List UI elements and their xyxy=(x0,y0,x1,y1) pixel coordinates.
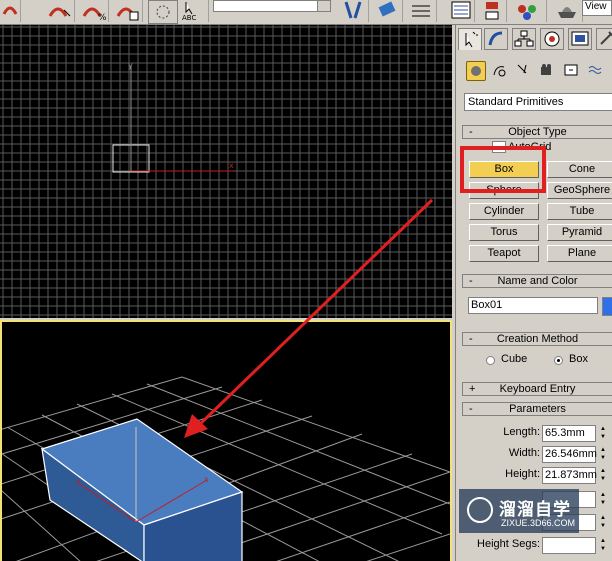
length-input[interactable]: 65.3mm xyxy=(542,425,596,442)
perspective-viewport[interactable]: x y xyxy=(0,320,452,561)
x-axis-label: x xyxy=(204,475,209,484)
watermark-emblem-icon xyxy=(467,497,493,523)
height-spinner[interactable]: ▲ ▼ xyxy=(598,467,608,484)
named-selection-icon[interactable] xyxy=(148,0,178,24)
spinner-snap-icon[interactable] xyxy=(112,0,143,22)
lights-category-icon[interactable] xyxy=(514,61,534,81)
material-editor-icon[interactable] xyxy=(512,0,547,22)
height-segs-label: Height Segs: xyxy=(477,538,540,550)
height-label: Height: xyxy=(505,468,540,480)
svg-text:%: % xyxy=(98,13,107,22)
watermark-title: 溜溜自学 xyxy=(499,500,571,519)
perspective-grid: x y xyxy=(2,376,450,561)
align-icon[interactable] xyxy=(372,0,403,22)
shapes-category-icon[interactable] xyxy=(490,61,510,81)
length-spinner[interactable]: ▲ ▼ xyxy=(598,425,608,442)
named-selection-dropdown[interactable] xyxy=(213,0,331,12)
helpers-category-icon[interactable] xyxy=(562,61,582,81)
box-button-highlight xyxy=(460,146,546,193)
chevron-down-icon[interactable] xyxy=(317,1,330,11)
rollout-sign: - xyxy=(469,403,473,415)
display-tab-icon[interactable] xyxy=(568,28,592,50)
cylinder-button[interactable]: Cylinder xyxy=(469,203,539,220)
width-input[interactable]: 26.546mm xyxy=(542,446,597,463)
box-radio[interactable] xyxy=(554,356,563,365)
percent-snap-icon[interactable]: % xyxy=(78,0,109,22)
teapot-button[interactable]: Teapot xyxy=(469,245,539,262)
angle-snap-icon[interactable] xyxy=(44,0,75,22)
name-and-color-rollout-header[interactable]: - Name and Color xyxy=(462,274,612,288)
curve-editor-icon[interactable] xyxy=(448,0,475,22)
rollout-title: Parameters xyxy=(509,403,566,415)
rollout-sign: - xyxy=(469,126,473,138)
rollout-sign: - xyxy=(469,333,473,345)
pyramid-button[interactable]: Pyramid xyxy=(547,224,612,241)
command-panel: Standard Primitives - Object Type AutoGr… xyxy=(455,25,612,561)
creation-method-rollout-header[interactable]: - Creation Method xyxy=(462,332,612,346)
y-axis-label: y xyxy=(128,61,133,70)
rollout-title: Name and Color xyxy=(497,275,578,287)
modify-tab-icon[interactable] xyxy=(484,28,508,50)
box-radio-label: Box xyxy=(569,353,588,365)
width-spinner[interactable]: ▲ ▼ xyxy=(598,446,608,463)
height-input[interactable]: 21.873mm xyxy=(542,467,597,484)
width-segs-spinner[interactable]: ▲ ▼ xyxy=(598,514,608,531)
tube-button[interactable]: Tube xyxy=(547,203,612,220)
parameters-rollout-header[interactable]: - Parameters xyxy=(462,402,612,416)
command-panel-tabs xyxy=(456,25,612,53)
top-viewport-scene: x y xyxy=(112,61,234,173)
height-segs-input[interactable] xyxy=(542,537,596,554)
box-object-perspective[interactable] xyxy=(40,418,244,561)
object-type-rollout-header[interactable]: - Object Type xyxy=(462,125,612,139)
utilities-tab-icon[interactable] xyxy=(596,28,612,50)
geometry-category-icon[interactable] xyxy=(466,61,486,81)
snap-toggle-icon[interactable] xyxy=(0,0,21,22)
mirror-icon[interactable] xyxy=(338,0,369,22)
watermark-url: ZIXUE.3D66.COM xyxy=(501,518,576,528)
schematic-view-icon[interactable] xyxy=(478,0,507,22)
length-segs-spinner[interactable]: ▲ ▼ xyxy=(598,491,608,508)
plane-button[interactable]: Plane xyxy=(547,245,612,262)
space-warps-category-icon[interactable] xyxy=(586,61,606,81)
svg-text:ABC: ABC xyxy=(182,14,196,22)
rollout-sign: - xyxy=(469,275,473,287)
edit-named-selection-icon[interactable]: ABC xyxy=(180,0,209,22)
main-toolbar: % ABC View xyxy=(0,0,612,25)
x-axis-label: x xyxy=(229,161,234,170)
keyboard-entry-rollout-header[interactable]: + Keyboard Entry xyxy=(462,382,612,396)
create-category-row xyxy=(462,61,612,83)
cone-button[interactable]: Cone xyxy=(547,161,612,178)
create-tab-icon[interactable] xyxy=(458,28,482,50)
torus-button[interactable]: Torus xyxy=(469,224,539,241)
object-color-swatch[interactable] xyxy=(602,297,612,316)
cube-radio-label: Cube xyxy=(501,353,528,365)
motion-tab-icon[interactable] xyxy=(540,28,564,50)
y-axis-label: y xyxy=(76,477,81,486)
hierarchy-tab-icon[interactable] xyxy=(512,28,536,50)
rollout-sign: + xyxy=(469,383,476,395)
primitive-type-dropdown[interactable]: Standard Primitives xyxy=(464,93,612,111)
geosphere-button[interactable]: GeoSphere xyxy=(547,182,612,199)
rollout-title: Creation Method xyxy=(496,333,579,345)
cube-radio[interactable] xyxy=(486,356,495,365)
watermark-logo: 溜溜自学 ZIXUE.3D66.COM xyxy=(459,489,579,533)
width-label: Width: xyxy=(508,447,540,459)
rollout-title: Keyboard Entry xyxy=(499,383,576,395)
rollout-title: Object Type xyxy=(508,126,567,138)
cameras-category-icon[interactable] xyxy=(538,61,558,81)
view-dropdown[interactable]: View xyxy=(582,0,612,16)
top-viewport[interactable]: x y xyxy=(0,25,452,318)
layer-manager-icon[interactable] xyxy=(406,0,437,22)
object-name-input[interactable]: Box01 xyxy=(468,297,598,314)
height-segs-spinner[interactable]: ▲ ▼ xyxy=(598,537,608,554)
length-label: Length: xyxy=(503,426,540,438)
render-setup-icon[interactable] xyxy=(552,0,583,22)
